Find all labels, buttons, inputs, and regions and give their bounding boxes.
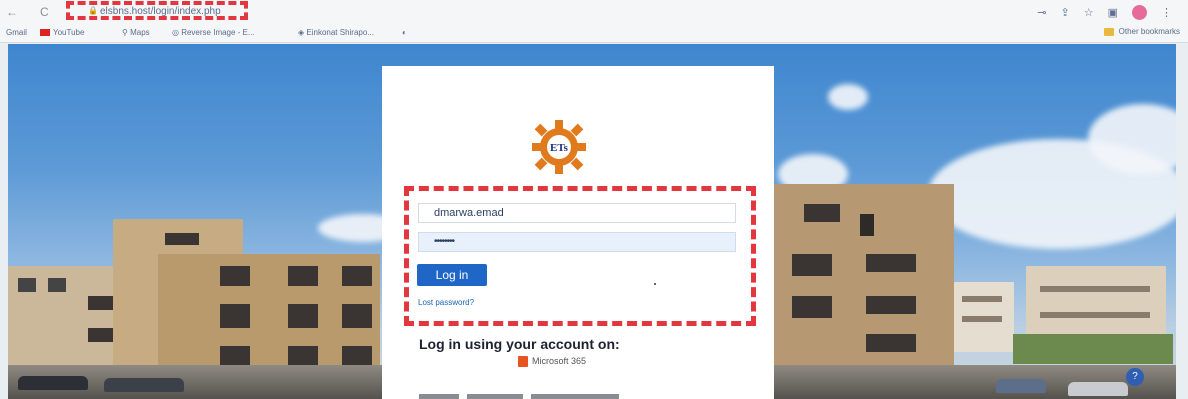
folder-icon	[1103, 27, 1114, 36]
decorative-dot	[654, 283, 656, 285]
window-icon[interactable]: ▣	[1108, 6, 1118, 19]
youtube-icon	[40, 29, 50, 37]
building-main	[158, 254, 380, 379]
car	[1068, 382, 1128, 396]
microsoft-365-login[interactable]: Microsoft 365	[518, 356, 586, 368]
trees	[1013, 334, 1173, 364]
site-logo: ETs	[532, 120, 586, 174]
bookmark-item[interactable]: ⚲ Maps	[122, 28, 150, 37]
browser-toolbar: ← C 🔒 elsbns.host/login/index.php ⊸ ⇪ ☆ …	[0, 0, 1188, 24]
logo-text: ETs	[550, 142, 569, 154]
cloud	[828, 84, 868, 110]
star-icon[interactable]: ☆	[1084, 6, 1094, 19]
toolbar-actions: ⊸ ⇪ ☆ ▣ ⋮	[1037, 5, 1172, 20]
car	[18, 376, 88, 390]
microsoft-icon	[518, 356, 528, 368]
bookmarks-bar: Gmail YouTube ⚲ Maps ◎ Reverse Image - E…	[0, 24, 1188, 41]
login-button[interactable]: Log in	[417, 264, 487, 286]
browser-chrome: ← C 🔒 elsbns.host/login/index.php ⊸ ⇪ ☆ …	[0, 0, 1188, 43]
help-icon[interactable]: ?	[1126, 368, 1144, 386]
lost-password-link[interactable]: Lost password?	[418, 298, 474, 307]
car	[996, 379, 1046, 393]
profile-avatar[interactable]	[1132, 5, 1147, 20]
key-icon[interactable]: ⊸	[1037, 6, 1046, 19]
bookmark-item[interactable]: ◈ Einkonat Shirapo...	[298, 28, 374, 37]
alt-login-title: Log in using your account on:	[419, 336, 620, 352]
cut-off-heading	[419, 388, 639, 399]
car	[104, 378, 184, 392]
other-bookmarks[interactable]: Other bookmarks	[1103, 27, 1180, 36]
username-field[interactable]: dmarwa.emad	[418, 203, 736, 223]
bookmark-item[interactable]: ◐	[402, 28, 407, 37]
menu-icon[interactable]: ⋮	[1161, 6, 1172, 19]
password-field[interactable]: ••••••••	[418, 232, 736, 252]
share-icon[interactable]: ⇪	[1061, 6, 1070, 19]
building-far-1	[954, 282, 1014, 352]
reload-icon[interactable]: C	[40, 5, 49, 19]
bookmark-item[interactable]: YouTube	[40, 28, 84, 37]
address-bar-highlight	[66, 1, 248, 20]
building-right	[774, 184, 954, 379]
bookmark-item[interactable]: Gmail	[6, 28, 27, 37]
bookmark-item[interactable]: ◎ Reverse Image - E...	[172, 28, 255, 37]
login-panel: ETs dmarwa.emad •••••••• Log in Lost pas…	[382, 66, 774, 399]
back-icon[interactable]: ←	[6, 5, 18, 19]
